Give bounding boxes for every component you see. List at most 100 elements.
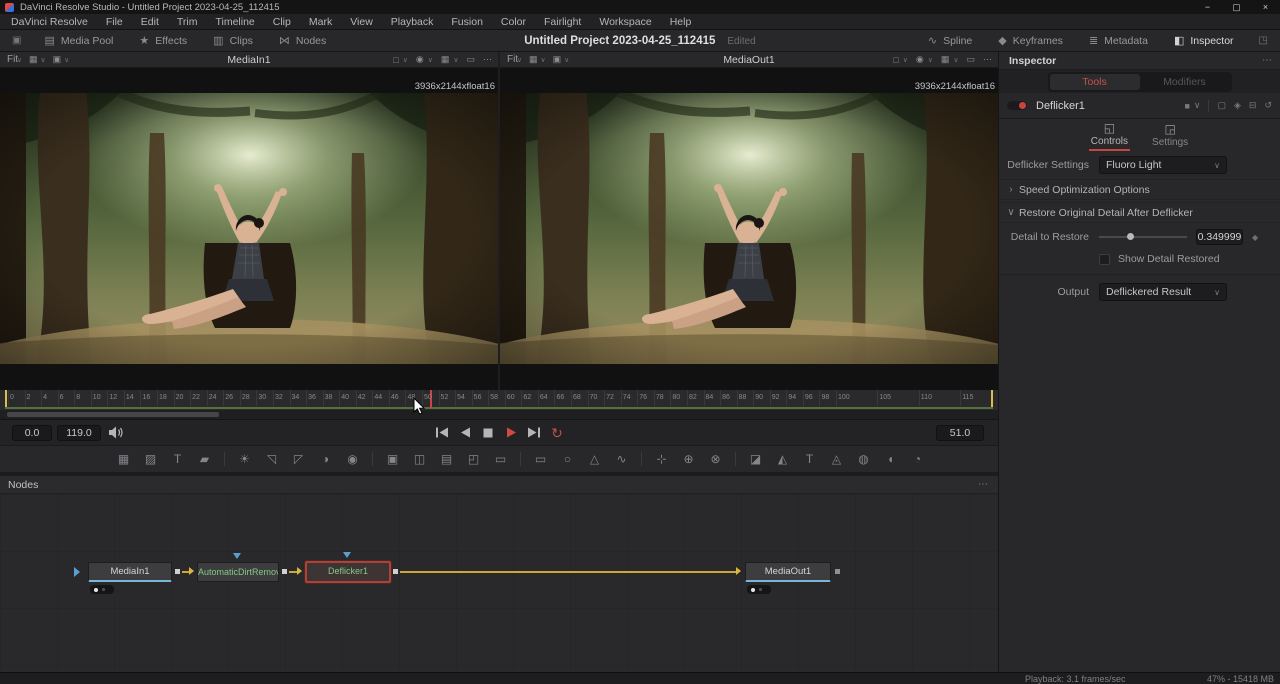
gamut-icon[interactable]: ◉ (916, 54, 924, 65)
detail-to-restore-value[interactable]: 0.349999 (1196, 229, 1243, 245)
node-output-connector[interactable] (282, 569, 287, 574)
node-thumbnail-badge[interactable] (90, 585, 114, 594)
pin-icon[interactable]: ◈ (1234, 100, 1241, 111)
brightness-contrast-tool-icon[interactable]: ◑ (312, 452, 339, 466)
close-button[interactable]: × (1251, 0, 1280, 14)
effects-button[interactable]: ★Effects (126, 30, 200, 52)
node-media-in[interactable]: MediaIn1 (88, 562, 172, 582)
menu-edit[interactable]: Edit (132, 14, 168, 30)
matte-control-tool-icon[interactable]: ◫ (406, 452, 433, 466)
paint-tool-icon[interactable]: ▰ (191, 452, 218, 466)
current-frame-field[interactable]: 51.0 (936, 425, 984, 441)
pip-view-icon[interactable]: ▣ (553, 54, 562, 65)
tab-tools[interactable]: Tools (1050, 74, 1140, 90)
spline-button[interactable]: ∿Spline (915, 30, 985, 52)
image-plane-3d-tool-icon[interactable]: ◪ (742, 452, 769, 466)
media-pool-button[interactable]: ▤Media Pool (31, 30, 126, 52)
gamut-icon[interactable]: ◉ (416, 54, 424, 65)
region-icon[interactable]: ▭ (466, 54, 475, 65)
polygon-mask-tool-icon[interactable]: △ (581, 452, 608, 466)
viewer-canvas[interactable]: 3936x2144xfloat16 (500, 68, 998, 390)
node-output-connector[interactable] (175, 569, 180, 574)
menu-file[interactable]: File (97, 14, 132, 30)
reset-icon[interactable]: ↺ (1264, 100, 1272, 111)
menu-color[interactable]: Color (492, 14, 535, 30)
node-automatic-dirt-removal[interactable]: AutomaticDirtRemov... (197, 562, 279, 582)
grid-icon[interactable]: ▦ (941, 54, 950, 65)
region-icon[interactable]: ▭ (966, 54, 975, 65)
pip-view-icon[interactable]: ▣ (53, 54, 62, 65)
node-thumbnail-badge[interactable] (747, 585, 771, 594)
skip-end-button[interactable] (526, 424, 542, 441)
merge-tool-icon[interactable]: ▣ (379, 452, 406, 466)
menu-davinci-resolve[interactable]: DaVinci Resolve (2, 14, 97, 30)
minimize-button[interactable]: − (1193, 0, 1222, 14)
node-deflicker[interactable]: Deflicker1 (305, 561, 391, 583)
play-reverse-button[interactable] (457, 424, 473, 441)
channel-view-icon[interactable]: □ (893, 55, 898, 65)
subtab-settings[interactable]: ◲ Settings (1150, 122, 1190, 150)
keyframes-button[interactable]: ◆Keyframes (985, 30, 1076, 52)
planar-tracker-tool-icon[interactable]: ⊕ (675, 452, 702, 466)
tracker-tool-icon[interactable]: ⊹ (648, 452, 675, 466)
text-tool-icon[interactable]: T (164, 452, 191, 466)
shape-3d-tool-icon[interactable]: ◭ (769, 452, 796, 466)
camera-3d-tool-icon[interactable]: ◖ (877, 452, 904, 466)
transform-tool-icon[interactable]: ▭ (487, 452, 514, 466)
node-mask-input-triangle[interactable] (343, 552, 351, 558)
version-icon[interactable]: ■ (1184, 101, 1189, 111)
node-media-out[interactable]: MediaOut1 (745, 562, 831, 582)
node-graph-canvas[interactable]: MediaIn1 AutomaticDirtRemov... Deflicker… (0, 494, 998, 672)
range-end-field[interactable]: 119.0 (57, 425, 101, 441)
rectangle-mask-tool-icon[interactable]: ▭ (527, 452, 554, 466)
deflicker-settings-dropdown[interactable]: Fluoro Light ∨ (1099, 156, 1227, 174)
bspline-mask-tool-icon[interactable]: ∿ (608, 452, 635, 466)
color-curves-tool-icon[interactable]: ◹ (258, 452, 285, 466)
section-speed-optimization[interactable]: › Speed Optimization Options (999, 179, 1280, 200)
inspector-button[interactable]: ◧Inspector (1161, 30, 1247, 52)
background-tool-icon[interactable]: ▦ (110, 452, 137, 466)
split-view-icon[interactable]: ▦ (529, 54, 538, 65)
range-start-field[interactable]: 0.0 (12, 425, 52, 441)
resize-tool-icon[interactable]: ◰ (460, 452, 487, 466)
node-mask-input-triangle[interactable] (233, 553, 241, 559)
node-output-connector[interactable] (393, 569, 398, 574)
channel-view-icon[interactable]: □ (393, 55, 398, 65)
menu-view[interactable]: View (341, 14, 382, 30)
menu-trim[interactable]: Trim (168, 14, 207, 30)
copy-icon[interactable]: ▢ (1217, 100, 1226, 111)
metadata-button[interactable]: ≣Metadata (1076, 30, 1161, 52)
render-queue-icon[interactable]: ◳ (1247, 35, 1280, 46)
node-output-connector[interactable] (835, 569, 840, 574)
spotlight-3d-tool-icon[interactable]: ◔ (904, 452, 931, 466)
menu-playback[interactable]: Playback (382, 14, 443, 30)
viewer-canvas[interactable]: 3936x2144xfloat16 (0, 68, 498, 390)
menu-fairlight[interactable]: Fairlight (535, 14, 590, 30)
grid-icon[interactable]: ▦ (441, 54, 450, 65)
section-restore-detail[interactable]: ∨ Restore Original Detail After Deflicke… (999, 202, 1280, 223)
detail-to-restore-slider[interactable] (1099, 231, 1187, 243)
zoom-fit-dropdown[interactable]: Fit ∨ (7, 54, 22, 65)
renderer-3d-tool-icon[interactable]: ◍ (850, 452, 877, 466)
maximize-button[interactable]: ▢ (1222, 0, 1251, 14)
nodes-options-icon[interactable]: ⋯ (978, 479, 988, 490)
menu-clip[interactable]: Clip (264, 14, 300, 30)
show-detail-restored-checkbox[interactable] (1099, 254, 1110, 265)
output-dropdown[interactable]: Deflickered Result ∨ (1099, 283, 1227, 301)
chevron-down-icon[interactable]: ∨ (1194, 100, 1201, 111)
menu-workspace[interactable]: Workspace (590, 14, 660, 30)
hue-curves-tool-icon[interactable]: ◸ (285, 452, 312, 466)
skip-start-button[interactable] (434, 424, 450, 441)
keyframe-diamond-icon[interactable]: ◆ (1252, 233, 1258, 242)
tab-modifiers[interactable]: Modifiers (1140, 74, 1230, 90)
lock-icon[interactable]: ⊟ (1249, 100, 1257, 111)
inspector-options-icon[interactable]: ⋯ (1262, 55, 1272, 66)
zoom-fit-dropdown[interactable]: Fit ∨ (507, 54, 522, 65)
viewer-options-icon[interactable]: ⋯ (483, 54, 492, 65)
clips-button[interactable]: ▥Clips (200, 30, 266, 52)
subtab-controls[interactable]: ◱ Controls (1089, 121, 1130, 151)
menu-fusion[interactable]: Fusion (442, 14, 492, 30)
viewer-options-icon[interactable]: ⋯ (983, 54, 992, 65)
camera-tracker-tool-icon[interactable]: ⊗ (702, 452, 729, 466)
slider-handle[interactable] (1127, 233, 1134, 240)
